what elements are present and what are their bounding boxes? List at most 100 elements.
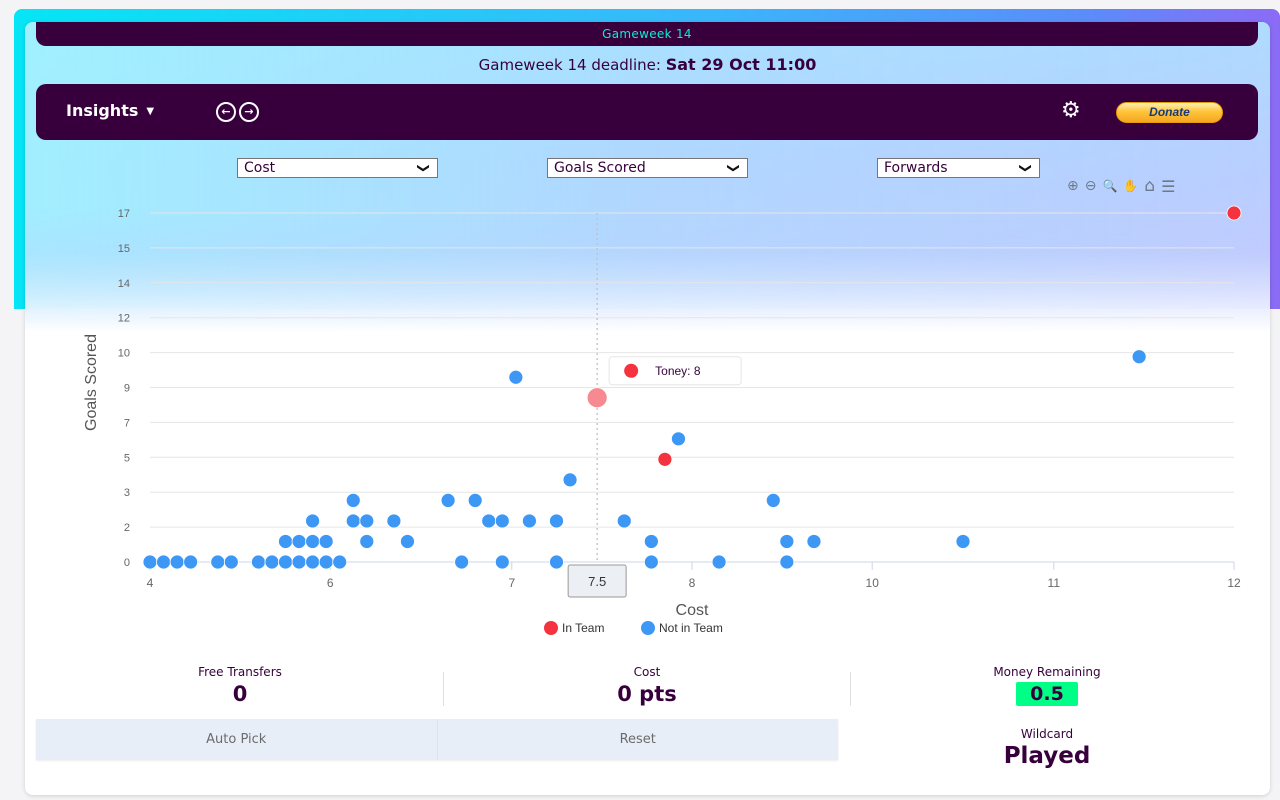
not-in-team-point[interactable] — [210, 554, 226, 570]
y-axis-title: Goals Scored — [83, 334, 100, 431]
in-team-point[interactable] — [1226, 205, 1242, 221]
menu-icon[interactable]: ☰ — [1161, 177, 1175, 196]
not-in-team-point[interactable] — [278, 554, 293, 570]
not-in-team-point[interactable] — [291, 554, 307, 570]
money-remaining-badge: 0.5 — [1016, 682, 1078, 706]
position-value: Forwards — [884, 160, 948, 176]
not-in-team-point[interactable] — [779, 534, 795, 549]
in-team-point[interactable] — [657, 451, 673, 467]
not-in-team-point[interactable] — [169, 554, 185, 570]
deadline-prefix: Gameweek 14 deadline: — [478, 56, 661, 74]
not-in-team-point[interactable] — [345, 493, 361, 508]
page: Gameweek 14 Gameweek 14 deadline: Sat 29… — [0, 0, 1280, 800]
auto-pick-button[interactable]: Auto Pick — [36, 719, 437, 760]
not-in-team-point[interactable] — [616, 513, 632, 529]
x-tick-label: 11 — [1048, 576, 1061, 590]
not-in-team-point[interactable] — [318, 534, 334, 549]
not-in-team-point[interactable] — [467, 493, 483, 508]
x-metric-select[interactable]: Cost ❯ — [237, 158, 438, 178]
not-in-team-point[interactable] — [779, 554, 795, 570]
not-in-team-point[interactable] — [508, 369, 524, 385]
not-in-team-point[interactable] — [318, 554, 334, 570]
insights-menu[interactable]: Insights ▼ — [66, 101, 154, 120]
chart-toolbar: ⊕ ⊖ 🔍 ✋ ⌂ ☰ — [1067, 176, 1176, 196]
main-card: Gameweek 14 Gameweek 14 deadline: Sat 29… — [25, 22, 1270, 795]
caret-down-icon: ▼ — [146, 106, 155, 117]
tooltip: Toney: 8 — [608, 356, 742, 386]
not-in-team-point[interactable] — [332, 554, 348, 570]
y-tick-label: 0 — [124, 557, 130, 569]
arrow-left-circle-icon[interactable]: ← — [216, 102, 236, 122]
divider — [443, 672, 444, 706]
deadline-value: Sat 29 Oct 11:00 — [665, 55, 817, 74]
legend: In Team Not in Team — [544, 621, 723, 635]
not-in-team-point[interactable] — [671, 431, 686, 447]
legend-item-label[interactable]: In Team — [562, 621, 604, 635]
not-in-team-point[interactable] — [305, 534, 321, 549]
not-in-team-point[interactable] — [765, 493, 781, 508]
arrow-right-circle-icon[interactable]: → — [239, 102, 259, 122]
insights-label: Insights — [66, 101, 139, 120]
not-in-team-point[interactable] — [711, 554, 727, 570]
x-axis-title: Cost — [676, 602, 709, 619]
not-in-team-point[interactable] — [305, 513, 321, 529]
not-in-team-point[interactable] — [494, 554, 510, 570]
not-in-team-point[interactable] — [806, 534, 822, 549]
not-in-team-point[interactable] — [386, 513, 402, 529]
divider — [850, 672, 851, 706]
y-tick-label: 7 — [124, 417, 130, 429]
donate-button[interactable]: Donate — [1116, 102, 1223, 123]
not-in-team-point[interactable] — [264, 554, 280, 570]
not-in-team-point[interactable] — [562, 472, 578, 488]
not-in-team-point[interactable] — [142, 554, 158, 570]
not-in-team-point[interactable] — [223, 554, 239, 570]
not-in-team-point[interactable] — [345, 513, 361, 529]
y-tick-label: 10 — [118, 348, 130, 360]
not-in-team-point[interactable] — [291, 534, 307, 549]
reset-button[interactable]: Reset — [436, 719, 839, 760]
gear-icon[interactable]: ⚙ — [1061, 98, 1081, 123]
not-in-team-point[interactable] — [643, 554, 659, 570]
not-in-team-point[interactable] — [305, 554, 321, 570]
x-tick-label: 4 — [147, 576, 154, 590]
x-tick-label: 10 — [866, 576, 880, 590]
home-reset-icon[interactable]: ⌂ — [1144, 176, 1155, 196]
legend-marker — [641, 621, 655, 635]
gameweek-bar: Gameweek 14 — [36, 22, 1258, 46]
in-team-point[interactable] — [586, 387, 608, 409]
not-in-team-point[interactable] — [549, 554, 564, 570]
wildcard-label: Wildcard — [1020, 727, 1074, 741]
not-in-team-point[interactable] — [440, 493, 456, 508]
not-in-team-point[interactable] — [549, 513, 564, 529]
not-in-team-point[interactable] — [183, 554, 199, 570]
position-select[interactable]: Forwards ❯ — [877, 158, 1040, 178]
x-tick-label: 7 — [508, 576, 515, 590]
zoom-out-icon[interactable]: ⊖ — [1085, 178, 1097, 194]
zoom-select-icon[interactable]: 🔍 — [1102, 179, 1117, 193]
not-in-team-point[interactable] — [643, 534, 659, 549]
tooltip-marker — [624, 363, 639, 378]
y-tick-label: 2 — [124, 522, 130, 534]
cost-label: Cost — [633, 665, 661, 679]
not-in-team-point[interactable] — [1131, 349, 1147, 365]
not-in-team-point[interactable] — [359, 513, 375, 529]
not-in-team-point[interactable] — [278, 534, 293, 549]
wildcard-value: Played — [1003, 743, 1091, 769]
not-in-team-point[interactable] — [494, 513, 510, 529]
not-in-team-point[interactable] — [955, 534, 971, 549]
free-transfers-label: Free Transfers — [198, 665, 282, 679]
y-metric-select[interactable]: Goals Scored ❯ — [547, 158, 748, 178]
x-tick-label: 8 — [689, 576, 696, 590]
pan-hand-icon[interactable]: ✋ — [1123, 179, 1138, 193]
legend-item-label[interactable]: Not in Team — [659, 621, 723, 635]
zoom-in-icon[interactable]: ⊕ — [1067, 178, 1079, 194]
y-tick-label: 5 — [124, 452, 130, 464]
not-in-team-point[interactable] — [481, 513, 497, 529]
not-in-team-point[interactable] — [400, 534, 415, 549]
not-in-team-point[interactable] — [522, 513, 537, 529]
not-in-team-point[interactable] — [359, 534, 375, 549]
not-in-team-point[interactable] — [454, 554, 470, 570]
not-in-team-point[interactable] — [250, 554, 266, 570]
not-in-team-point[interactable] — [156, 554, 171, 570]
crosshair-label-text: 7.5 — [588, 574, 606, 589]
